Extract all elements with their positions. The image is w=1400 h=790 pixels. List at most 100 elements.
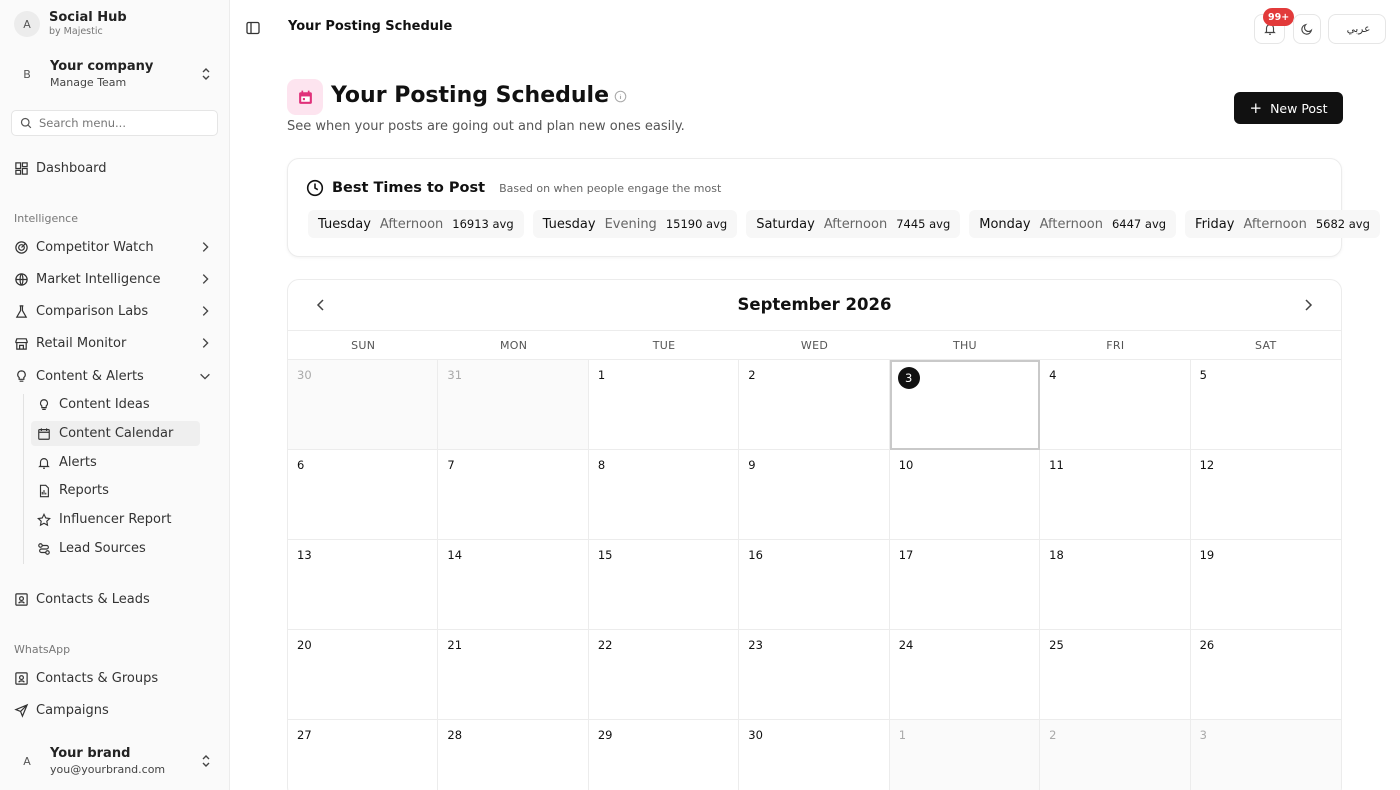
best-time-chip: Monday Afternoon 6447 avg [969,210,1177,238]
new-post-button[interactable]: + New Post [1234,92,1343,124]
lightbulb-icon [17,369,26,382]
calendar-day-cell[interactable]: 15 [588,540,740,630]
notification-count-badge: 99+ [1263,8,1295,26]
calendar-day-cell[interactable]: 9 [739,450,890,540]
calendar-day-cell[interactable]: 18 [1040,540,1191,630]
clock-icon [306,179,324,197]
calendar-day-cell[interactable]: 4 [1040,360,1191,450]
radar-icon [15,240,28,254]
calendar-day-cell[interactable]: 2 [739,360,890,450]
brand-header[interactable]: A Social Hub by Majestic [14,10,127,38]
day-number: 1 [597,368,606,382]
chip-day: Monday [979,216,1031,232]
search-menu[interactable] [11,110,218,136]
sidebar-item-label: Reports [59,483,109,498]
calendar-day-cell[interactable]: 25 [1040,630,1191,720]
sidebar-item-market-intelligence[interactable]: Market Intelligence [14,266,218,292]
calendar-day-cell[interactable]: 13 [288,540,439,630]
sidebar-item-lead-sources[interactable]: Lead Sources [31,536,200,561]
calendar-day-cell[interactable]: 1 [588,360,740,450]
best-time-chip: Tuesday Evening 15190 avg [532,210,738,238]
calendar-day-cell[interactable]: 6 [288,450,439,540]
chevron-right-icon [202,306,209,316]
calendar-day-cell[interactable]: 10 [889,450,1041,540]
calendar-day-cell[interactable]: 29 [589,720,740,790]
company-name: Your company [50,59,154,74]
sidebar-item-content-calendar[interactable]: Content Calendar [31,421,200,446]
topbar-title: Your Posting Schedule [288,19,453,34]
best-times-description: Based on when people engage the most [499,181,722,195]
calendar-day-cell[interactable]: 30 [739,720,890,790]
flask-icon [15,304,28,318]
calendar-icon [298,90,312,104]
calendar-day-cell[interactable]: 28 [438,720,589,790]
sidebar-toggle-icon[interactable] [245,20,261,36]
sidebar-item-content-ideas[interactable]: Content Ideas [31,392,200,417]
day-number: 8 [597,458,606,472]
sidebar-item-reports[interactable]: Reports [31,478,200,503]
day-number: 24 [898,638,914,652]
chip-part: Afternoon [379,216,444,232]
sidebar-item-contacts-leads[interactable]: Contacts & Leads [14,586,218,612]
sidebar-item-label: Campaigns [36,702,109,718]
calendar-day-cell[interactable]: 1 [889,720,1041,790]
sidebar-item-alerts[interactable]: Alerts [31,450,200,475]
calendar-header: September 2026 [288,280,1341,331]
sidebar-item-campaigns[interactable]: Campaigns [14,697,218,723]
calendar-day-cell[interactable]: 24 [889,630,1041,720]
month-calendar: September 2026 SUN MON TUE WED THU FRI SAT 30 3… [287,279,1342,790]
user-menu[interactable]: A Your brand you@yourbrand.com [14,742,218,780]
calendar-day-cell[interactable]: 7 [438,450,589,540]
calendar-day-cell[interactable]: 27 [288,720,439,790]
sidebar-item-influencer-report[interactable]: Influencer Report [31,507,200,532]
calendar-day-cell[interactable]: 19 [1190,540,1341,630]
best-times-card: Best Times to Post Based on when people … [287,158,1380,257]
sidebar-item-dashboard[interactable]: Dashboard [14,155,218,181]
day-number: 30 [297,368,312,382]
calendar-day-cell[interactable]: 11 [1040,450,1191,540]
day-number: 17 [898,548,914,562]
calendar-day-cell[interactable]: 22 [588,630,740,720]
calendar-day-cell[interactable]: 16 [739,540,890,630]
calendar-day-cell[interactable]: 20 [288,630,439,720]
search-input[interactable] [39,116,199,130]
sidebar-item-label: Lead Sources [59,541,146,556]
sidebar-item-content-alerts[interactable]: Content & Alerts [14,363,218,389]
report-icon [39,484,49,497]
sidebar-item-retail-monitor[interactable]: Retail Monitor [14,330,218,356]
new-post-label: New Post [1270,100,1328,116]
calendar-day-cell[interactable]: 31 [438,360,589,450]
chevrons-up-down-icon [202,755,210,767]
weekday-label: TUE [652,339,676,352]
calendar-day-cell[interactable]: 21 [438,630,589,720]
calendar-day-cell[interactable]: 2 [1040,720,1191,790]
chevrons-up-down-icon [202,68,210,80]
day-number: 28 [447,728,463,742]
dashboard-icon [15,161,28,175]
sidebar-item-comparison-labs[interactable]: Comparison Labs [14,298,218,324]
day-number: 2 [748,368,756,382]
calendar-day-cell[interactable]: 30 [288,360,439,450]
calendar-day-cell[interactable]: 12 [1190,450,1341,540]
chevron-right-icon[interactable] [1300,297,1316,313]
theme-toggle-button[interactable] [1293,14,1321,44]
calendar-day-cell-today[interactable]: 3 [889,360,1041,450]
info-icon[interactable] [614,90,627,103]
sidebar-item-competitor-watch[interactable]: Competitor Watch [14,234,218,260]
calendar-day-cell[interactable]: 17 [889,540,1041,630]
company-switcher[interactable]: B Your company Manage Team [14,55,218,93]
day-number: 1 [898,728,907,742]
calendar-day-cell[interactable]: 3 [1190,720,1341,790]
route-icon [38,542,50,555]
calendar-day-cell[interactable]: 14 [438,540,589,630]
calendar-day-cell[interactable]: 5 [1190,360,1341,450]
calendar-day-cell[interactable]: 8 [588,450,740,540]
sidebar-item-contacts-groups[interactable]: Contacts & Groups [14,665,218,691]
bell-icon [38,457,50,469]
sidebar-item-label: Content Calendar [59,426,174,441]
calendar-day-cell[interactable]: 26 [1190,630,1341,720]
language-switch-button[interactable]: عربي [1328,14,1386,44]
contact-icon [15,592,28,606]
day-number: 16 [748,548,763,562]
calendar-day-cell[interactable]: 23 [739,630,890,720]
